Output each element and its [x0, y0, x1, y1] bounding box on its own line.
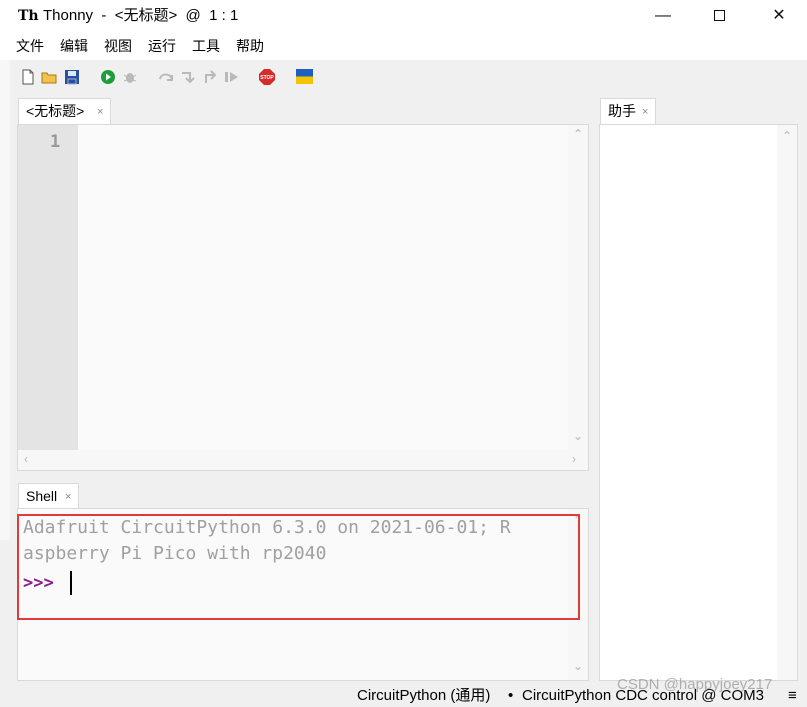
- highlight-annotation: [17, 514, 580, 620]
- step-out-icon[interactable]: [202, 69, 218, 85]
- menu-file[interactable]: 文件: [16, 38, 44, 55]
- menu-view[interactable]: 视图: [104, 38, 132, 55]
- stop-icon[interactable]: STOP: [259, 69, 275, 85]
- close-tab-icon[interactable]: ×: [642, 100, 648, 124]
- status-separator: •: [508, 687, 514, 704]
- line-number: 1: [50, 132, 61, 152]
- toolbar: STOP: [0, 60, 807, 94]
- status-menu-icon[interactable]: ≡: [788, 684, 797, 707]
- menu-edit[interactable]: 编辑: [60, 38, 88, 55]
- tab-shell[interactable]: Shell ×: [18, 483, 79, 509]
- tab-untitled-label: <无标题>: [26, 103, 85, 119]
- watermark: CSDN @happyjoey217: [617, 676, 773, 693]
- scroll-left-icon[interactable]: ‹: [24, 452, 28, 466]
- scroll-up-icon[interactable]: ⌃: [777, 129, 797, 143]
- assistant-vertical-scrollbar[interactable]: ⌃: [777, 125, 797, 680]
- assistant-panel: ⌃: [599, 124, 798, 681]
- debug-icon[interactable]: [122, 69, 138, 85]
- window-title: Thonny - <无标题> @ 1 : 1: [43, 7, 239, 24]
- scroll-right-icon[interactable]: ›: [572, 452, 576, 466]
- minimize-button[interactable]: —: [640, 0, 686, 32]
- save-icon[interactable]: [64, 69, 80, 85]
- close-tab-icon[interactable]: ×: [97, 100, 103, 124]
- maximize-icon: [713, 10, 725, 22]
- close-button[interactable]: ✕: [756, 0, 802, 32]
- tab-assistant-label: 助手: [608, 103, 636, 119]
- maximize-button[interactable]: [696, 0, 742, 32]
- step-over-icon[interactable]: [158, 69, 174, 85]
- thonny-logo-icon: Th: [18, 8, 39, 24]
- ukraine-flag-icon[interactable]: [296, 69, 313, 84]
- run-icon[interactable]: [100, 69, 116, 85]
- tab-assistant[interactable]: 助手 ×: [600, 98, 656, 124]
- scroll-down-icon[interactable]: ⌄: [568, 429, 588, 443]
- menu-help[interactable]: 帮助: [236, 38, 264, 55]
- open-folder-icon[interactable]: [41, 69, 57, 85]
- step-into-icon[interactable]: [180, 69, 196, 85]
- new-file-icon[interactable]: [20, 69, 36, 85]
- tab-untitled[interactable]: <无标题> ×: [18, 98, 111, 124]
- background-window-edge: [0, 60, 10, 540]
- menu-run[interactable]: 运行: [148, 38, 176, 55]
- scroll-down-icon[interactable]: ⌄: [568, 659, 588, 673]
- code-text-area[interactable]: [78, 125, 568, 450]
- menu-tools[interactable]: 工具: [192, 38, 220, 55]
- stop-icon-label: STOP: [260, 75, 274, 81]
- tab-shell-label: Shell: [26, 488, 58, 504]
- menu-bar: 文件 编辑 视图 运行 工具 帮助: [0, 32, 807, 60]
- close-tab-icon[interactable]: ×: [65, 485, 71, 509]
- code-editor[interactable]: 1 ⌃ ⌄ ‹ ›: [17, 124, 589, 471]
- resume-icon[interactable]: [224, 69, 240, 85]
- editor-vertical-scrollbar[interactable]: ⌃ ⌄: [568, 125, 588, 450]
- interpreter-selector[interactable]: CircuitPython (通用): [357, 684, 490, 707]
- scroll-up-icon[interactable]: ⌃: [568, 127, 588, 141]
- line-number-gutter: 1: [18, 125, 78, 450]
- title-bar: Th Thonny - <无标题> @ 1 : 1 — ✕: [0, 0, 807, 32]
- editor-horizontal-scrollbar[interactable]: ‹ ›: [18, 450, 588, 470]
